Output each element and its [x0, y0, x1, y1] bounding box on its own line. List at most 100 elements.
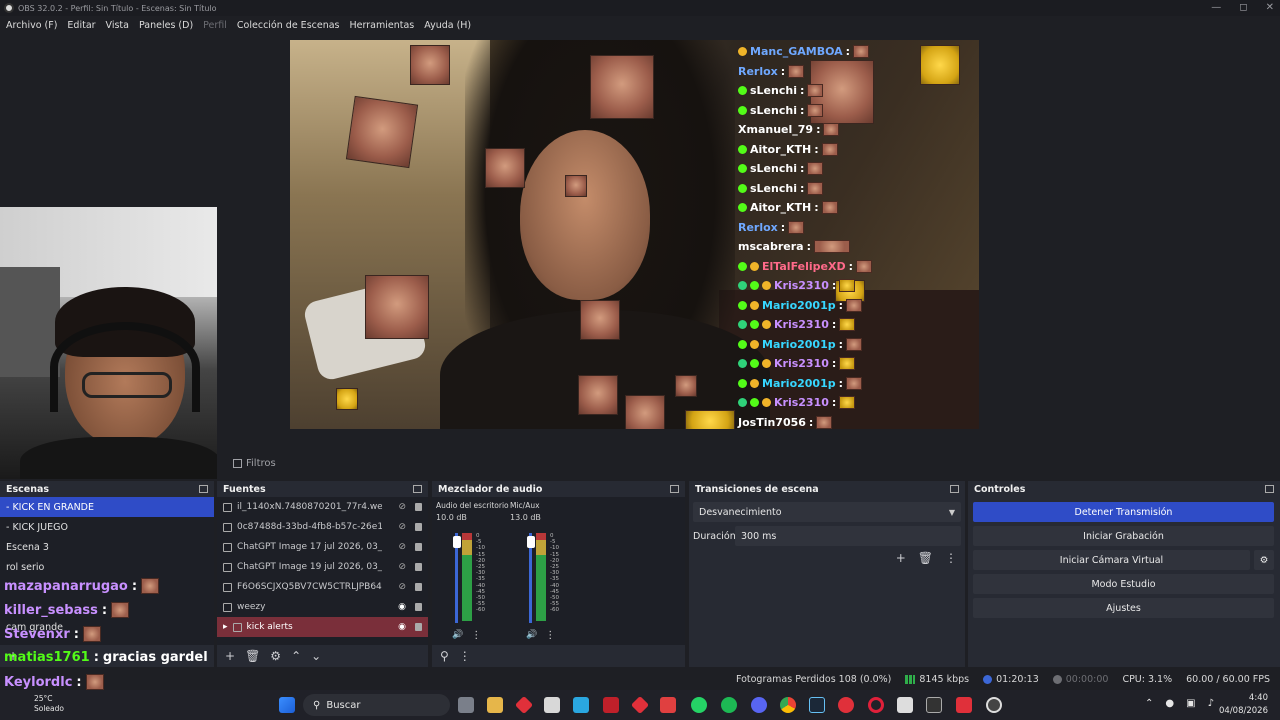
eye-hidden-icon[interactable]: ⊘	[398, 562, 406, 572]
scene-item[interactable]: rol serio	[0, 557, 214, 577]
lock-icon[interactable]	[415, 543, 422, 551]
volume-fader-knob[interactable]	[527, 535, 535, 548]
speaker-icon[interactable]: 🔊	[526, 630, 537, 641]
whatsapp-icon[interactable]	[691, 697, 707, 713]
undock-icon[interactable]	[950, 485, 959, 493]
menu-item[interactable]: Archivo (F)	[6, 20, 57, 31]
microphone-icon[interactable]: ●	[1165, 698, 1174, 709]
add-transition-button[interactable]: +	[896, 551, 906, 565]
menu-item[interactable]: Vista	[106, 20, 129, 31]
chat-emote	[821, 201, 838, 215]
duration-input[interactable]: 300 ms	[735, 526, 961, 546]
menu-item[interactable]: Colección de Escenas	[237, 20, 340, 31]
channel-menu-icon[interactable]: ⋮	[471, 630, 481, 641]
undock-icon[interactable]	[199, 485, 208, 493]
app-icon[interactable]	[956, 697, 972, 713]
lock-icon[interactable]	[415, 623, 422, 631]
source-item[interactable]: ▸ kick alerts ◉	[217, 617, 428, 637]
lock-icon[interactable]	[415, 503, 422, 511]
start-recording-button[interactable]: Iniciar Grabación	[973, 526, 1274, 546]
lock-icon[interactable]	[415, 523, 422, 531]
obs-icon[interactable]	[986, 697, 1002, 713]
chat-username: mscabrera	[738, 240, 804, 254]
minimize-button[interactable]: —	[1211, 0, 1221, 16]
channel-menu-icon[interactable]: ⋮	[545, 630, 555, 641]
studio-mode-button[interactable]: Modo Estudio	[973, 574, 1274, 594]
transition-menu-button[interactable]: ⋮	[945, 551, 957, 565]
transition-select[interactable]: Desvanecimiento ▼	[693, 502, 961, 522]
settings-button[interactable]: Ajustes	[973, 598, 1274, 618]
app-icon[interactable]	[514, 695, 534, 715]
task-view-icon[interactable]	[458, 697, 474, 713]
scale-tick: -35	[550, 576, 559, 583]
source-item[interactable]: F6O6SCJXQ5BV7CW5CTRLJPB64I.webp ⊘	[217, 577, 428, 597]
source-item[interactable]: il_1140xN.7480870201_77r4.webp ⊘	[217, 497, 428, 517]
advanced-audio-icon[interactable]: ⚲	[440, 649, 449, 663]
app-icon[interactable]	[544, 697, 560, 713]
source-properties-button[interactable]: ⚙	[270, 649, 281, 663]
app-icon[interactable]	[603, 697, 619, 713]
eye-hidden-icon[interactable]: ⊘	[398, 522, 406, 532]
scene-item[interactable]: - KICK JUEGO	[0, 517, 214, 537]
file-explorer-icon[interactable]	[487, 697, 503, 713]
app-icon[interactable]	[897, 697, 913, 713]
spotify-icon[interactable]	[721, 697, 737, 713]
scene-item[interactable]: Escena 3	[0, 537, 214, 557]
virtual-camera-settings-button[interactable]: ⚙	[1254, 550, 1274, 570]
add-source-button[interactable]: +	[225, 649, 235, 663]
menu-item[interactable]: Herramientas	[350, 20, 415, 31]
close-button[interactable]: ✕	[1266, 0, 1274, 16]
source-item[interactable]: 0c87488d-33bd-4fb8-b57c-26e101b2c ⊘	[217, 517, 428, 537]
lock-icon[interactable]	[415, 603, 422, 611]
undock-icon[interactable]	[670, 485, 679, 493]
stop-stream-button[interactable]: Detener Transmisión	[973, 502, 1274, 522]
opera-icon[interactable]	[868, 697, 884, 713]
menu-item[interactable]: Paneles (D)	[139, 20, 193, 31]
eye-hidden-icon[interactable]: ⊘	[398, 502, 406, 512]
menu-item[interactable]: Editar	[67, 20, 95, 31]
remove-transition-button[interactable]: 🗑	[918, 551, 933, 565]
tray-chevron-icon[interactable]: ⌃	[1145, 698, 1153, 709]
taskbar-clock[interactable]: 4:40 04/08/2026	[1219, 692, 1268, 718]
eye-hidden-icon[interactable]: ⊘	[398, 582, 406, 592]
taskbar-search[interactable]: ⚲ Buscar	[303, 694, 450, 716]
channel-controls: 🔊 ⋮	[526, 630, 555, 641]
volume-icon[interactable]: ♪	[1208, 698, 1214, 709]
mixer-menu-button[interactable]: ⋮	[459, 649, 471, 663]
lock-icon[interactable]	[415, 563, 422, 571]
undock-icon[interactable]	[413, 485, 422, 493]
source-item[interactable]: ChatGPT Image 17 jul 2026, 03_37_02 ⊘	[217, 537, 428, 557]
source-item[interactable]: ChatGPT Image 19 jul 2026, 03_29_50 ⊘	[217, 557, 428, 577]
menu-item[interactable]: Ayuda (H)	[424, 20, 471, 31]
undock-icon[interactable]	[1265, 485, 1274, 493]
epic-games-icon[interactable]	[926, 697, 942, 713]
steam-icon[interactable]	[809, 697, 825, 713]
windows-start-icon[interactable]	[279, 697, 295, 713]
app-icon[interactable]	[573, 697, 589, 713]
remove-source-button[interactable]: 🗑	[245, 649, 260, 663]
chat-separator: :	[814, 142, 819, 156]
speaker-icon[interactable]: 🔊	[452, 630, 463, 641]
move-up-button[interactable]: ⌃	[291, 649, 301, 663]
app-icon[interactable]	[838, 697, 854, 713]
eye-hidden-icon[interactable]: ⊘	[398, 542, 406, 552]
start-virtual-camera-button[interactable]: Iniciar Cámara Virtual	[973, 550, 1250, 570]
app-icon[interactable]	[630, 695, 650, 715]
scene-item[interactable]: - KICK EN GRANDE	[0, 497, 214, 517]
source-item[interactable]: weezy ◉	[217, 597, 428, 617]
maximize-button[interactable]: ◻	[1239, 0, 1247, 16]
expand-icon[interactable]: ▸	[223, 622, 228, 632]
chrome-icon[interactable]	[780, 697, 796, 713]
menu-item[interactable]: Perfil	[203, 20, 227, 31]
volume-fader-knob[interactable]	[453, 535, 461, 548]
move-down-button[interactable]: ⌄	[311, 649, 321, 663]
filters-button[interactable]: Filtros	[233, 458, 276, 469]
eye-icon[interactable]: ◉	[398, 622, 406, 632]
eye-icon[interactable]: ◉	[398, 602, 406, 612]
lock-icon[interactable]	[415, 583, 422, 591]
network-icon[interactable]: ▣	[1186, 698, 1195, 709]
discord-icon[interactable]	[751, 697, 767, 713]
app-icon[interactable]	[660, 697, 676, 713]
scale-tick: -15	[550, 551, 559, 558]
weather-widget[interactable]: 25°C Soleado	[34, 694, 64, 714]
